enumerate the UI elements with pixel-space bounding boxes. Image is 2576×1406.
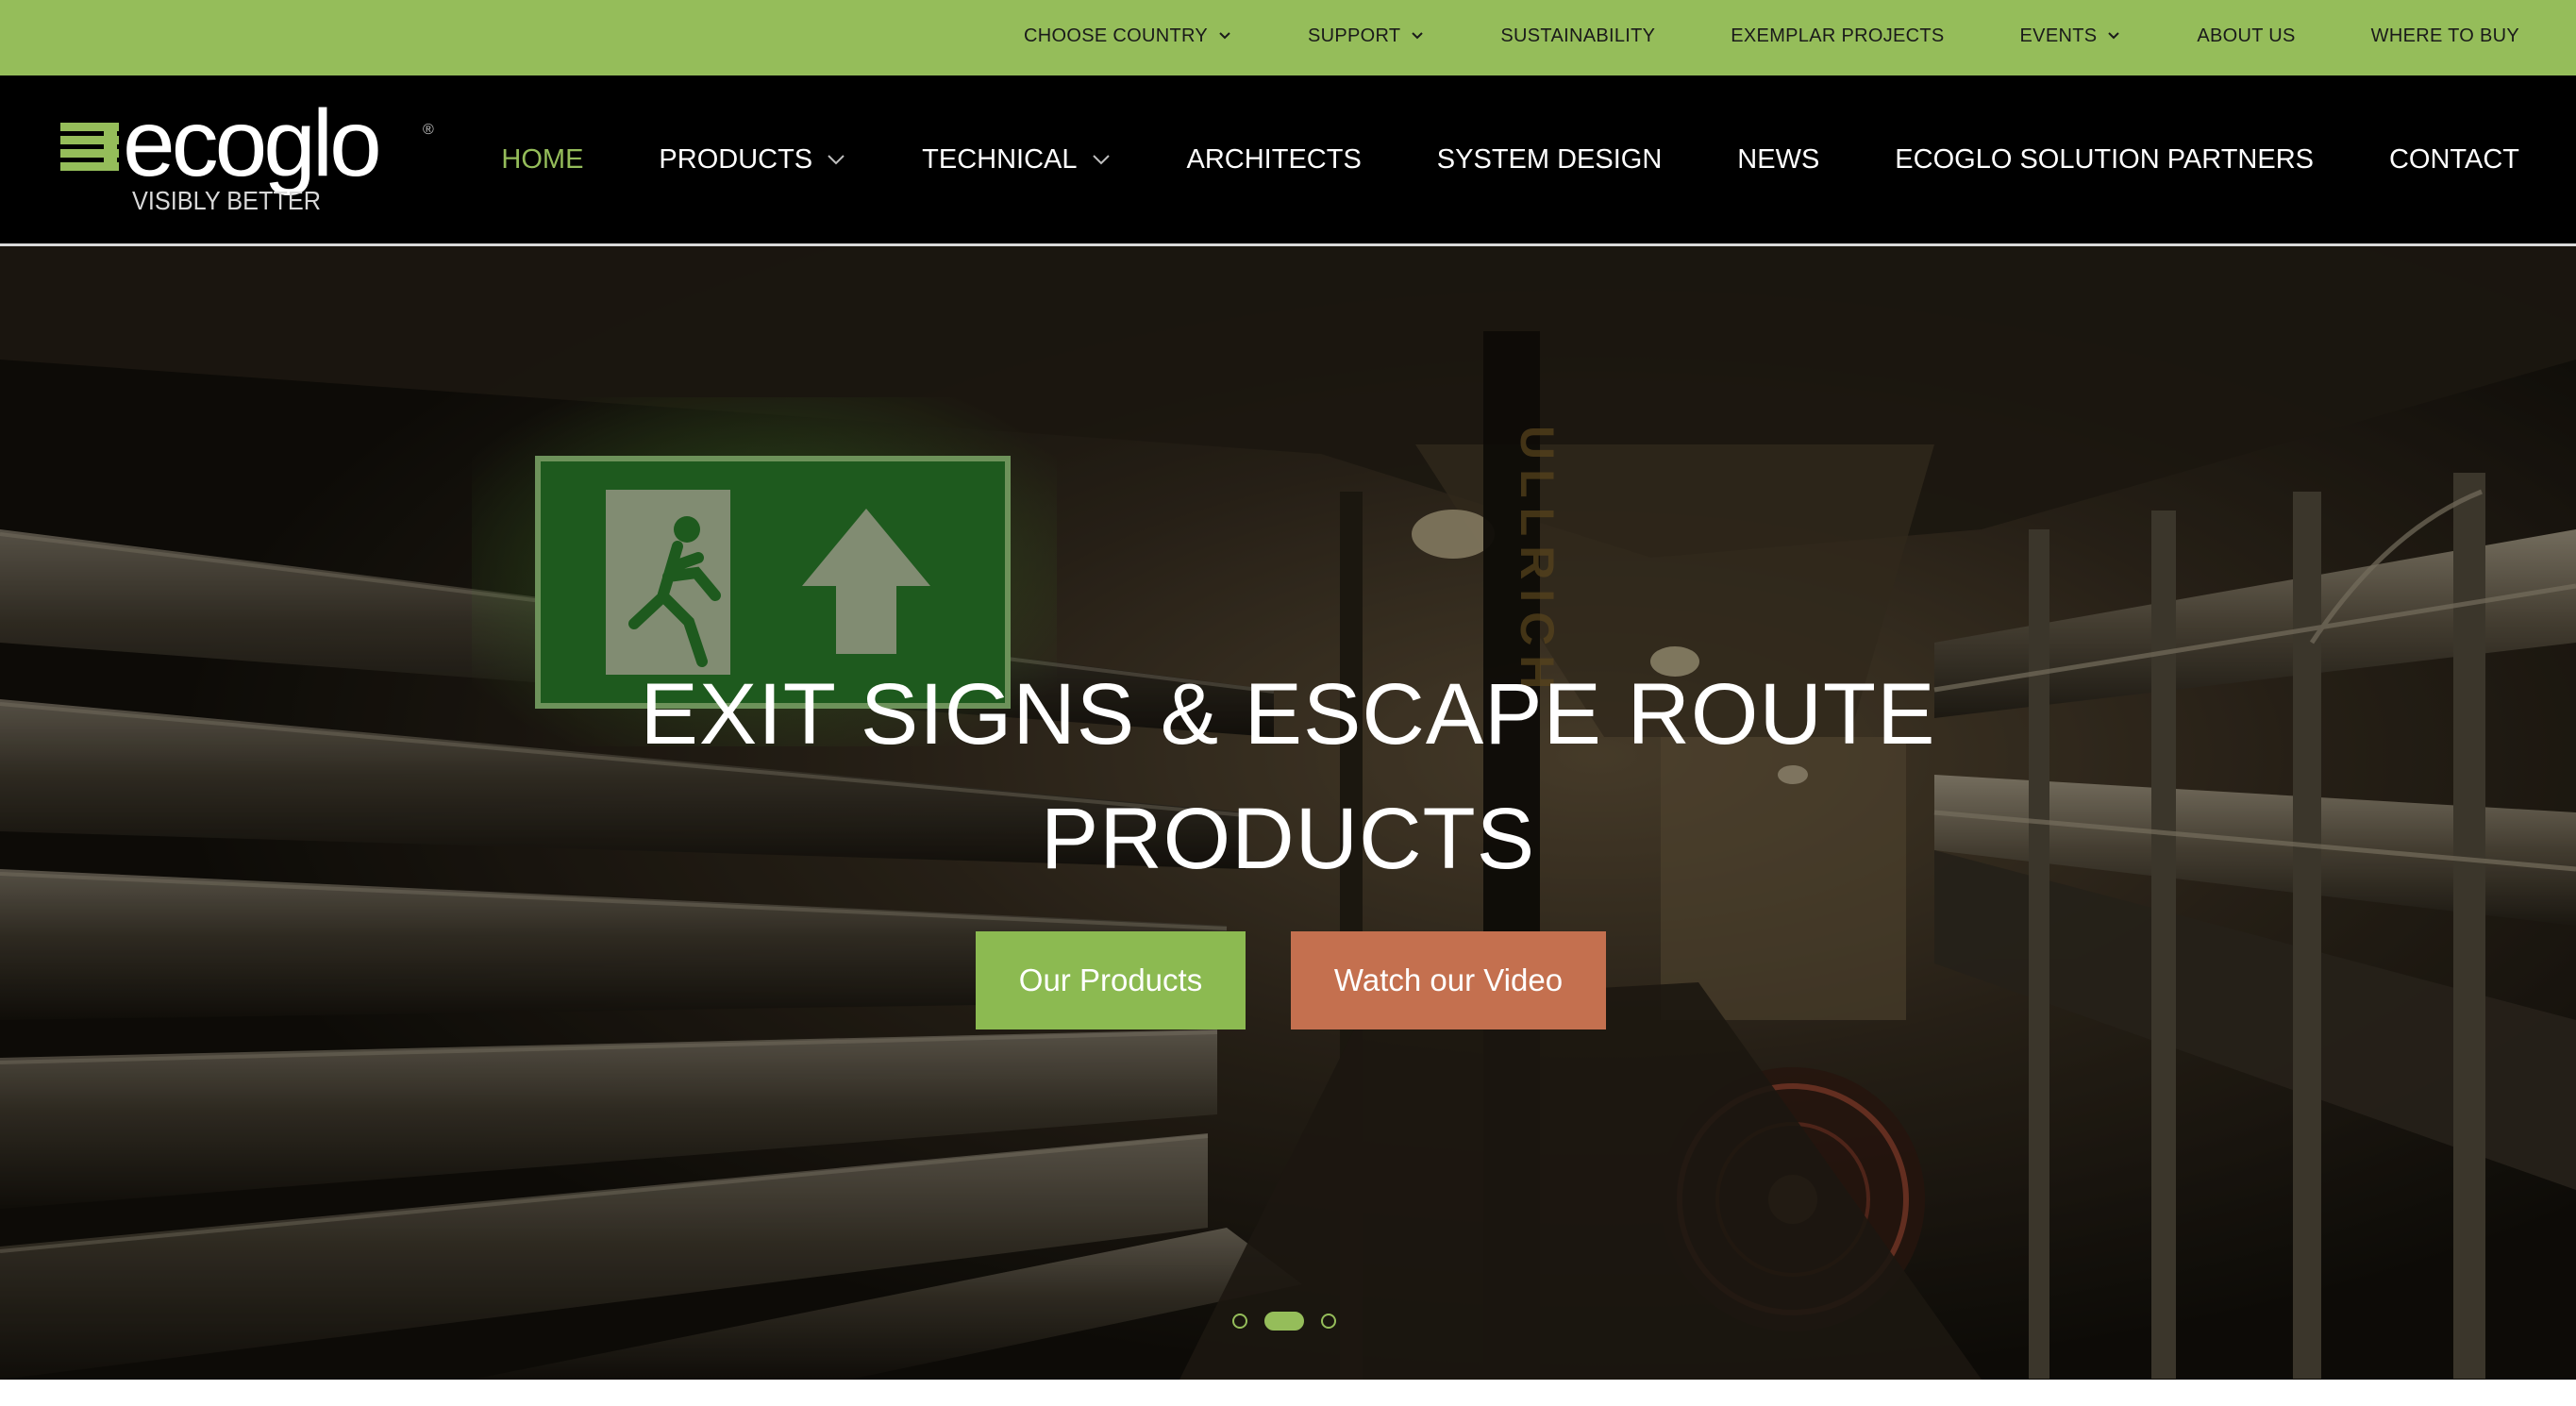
- chevron-down-icon: [1092, 155, 1110, 165]
- our-products-button[interactable]: Our Products: [976, 931, 1246, 1029]
- top-utility-bar: CHOOSE COUNTRY SUPPORT SUSTAINABILITY EX…: [0, 0, 2576, 75]
- main-header: ecoglo ® VISIBLY BETTER HOME PRODUCTS TE…: [0, 75, 2576, 246]
- nav-label: ARCHITECTS: [1186, 143, 1362, 175]
- ecoglo-logo[interactable]: ecoglo ® VISIBLY BETTER: [60, 102, 457, 215]
- utility-nav-label: EXEMPLAR PROJECTS: [1731, 25, 1945, 46]
- slider-dot-2-active[interactable]: [1264, 1312, 1304, 1331]
- nav-label: CONTACT: [2388, 143, 2519, 175]
- nav-products[interactable]: PRODUCTS: [659, 144, 846, 176]
- page-content-start: [0, 1380, 2576, 1406]
- utility-nav-exemplar-projects[interactable]: EXEMPLAR PROJECTS: [1731, 25, 1944, 47]
- chevron-down-icon: [2108, 32, 2120, 40]
- hero-title: EXIT SIGNS & ESCAPE ROUTE PRODUCTS: [0, 652, 2576, 901]
- logo-wordmark: ecoglo: [123, 102, 378, 196]
- nav-label: ECOGLO SOLUTION PARTNERS: [1895, 143, 2314, 175]
- nav-contact[interactable]: CONTACT: [2389, 144, 2519, 176]
- nav-architects[interactable]: ARCHITECTS: [1187, 144, 1362, 176]
- utility-nav-label: ABOUT US: [2197, 25, 2296, 46]
- slider-dot-1[interactable]: [1232, 1314, 1247, 1329]
- utility-nav-support[interactable]: SUPPORT: [1308, 25, 1425, 47]
- main-nav: HOME PRODUCTS TECHNICAL ARCHITECTS SYSTE…: [426, 75, 2519, 243]
- slider-pagination: [1232, 1311, 1353, 1331]
- slider-dot-3[interactable]: [1321, 1314, 1336, 1329]
- hero-title-line-1: EXIT SIGNS & ESCAPE ROUTE: [640, 666, 1936, 762]
- chevron-down-icon: [1219, 32, 1230, 40]
- nav-label: PRODUCTS: [659, 143, 813, 175]
- nav-label: NEWS: [1737, 143, 1820, 175]
- utility-nav-label: SUSTAINABILITY: [1500, 25, 1656, 46]
- utility-nav-where-to-buy[interactable]: WHERE TO BUY: [2371, 25, 2519, 47]
- logo-stripes-icon: [60, 123, 119, 171]
- nav-news[interactable]: NEWS: [1737, 144, 1819, 176]
- utility-nav-sustainability[interactable]: SUSTAINABILITY: [1500, 25, 1655, 47]
- utility-nav-label: CHOOSE COUNTRY: [1024, 25, 1208, 46]
- nav-label: SYSTEM DESIGN: [1436, 143, 1663, 175]
- utility-nav: CHOOSE COUNTRY SUPPORT SUSTAINABILITY EX…: [948, 0, 2519, 72]
- logo-tagline: VISIBLY BETTER: [132, 186, 321, 215]
- chevron-down-icon: [1412, 32, 1424, 40]
- chevron-down-icon: [828, 155, 845, 165]
- hero-title-line-2: PRODUCTS: [1040, 791, 1536, 887]
- nav-ecoglo-solution-partners[interactable]: ECOGLO SOLUTION PARTNERS: [1895, 144, 2314, 176]
- nav-label: HOME: [501, 143, 584, 175]
- watch-video-button[interactable]: Watch our Video: [1291, 931, 1606, 1029]
- utility-nav-label: EVENTS: [2019, 25, 2098, 46]
- utility-nav-label: SUPPORT: [1307, 25, 1401, 46]
- nav-home[interactable]: HOME: [501, 144, 583, 176]
- nav-system-design[interactable]: SYSTEM DESIGN: [1437, 144, 1663, 176]
- nav-label: TECHNICAL: [922, 143, 1078, 175]
- utility-nav-label: WHERE TO BUY: [2370, 25, 2519, 46]
- hero-slider: ULLRICH EXIT SIGNS & ESCAPE ROUTE PRODUC…: [0, 246, 2576, 1380]
- nav-technical[interactable]: TECHNICAL: [922, 144, 1111, 176]
- utility-nav-events[interactable]: EVENTS: [2020, 25, 2122, 47]
- utility-nav-choose-country[interactable]: CHOOSE COUNTRY: [1024, 25, 1232, 47]
- utility-nav-about-us[interactable]: ABOUT US: [2197, 25, 2295, 47]
